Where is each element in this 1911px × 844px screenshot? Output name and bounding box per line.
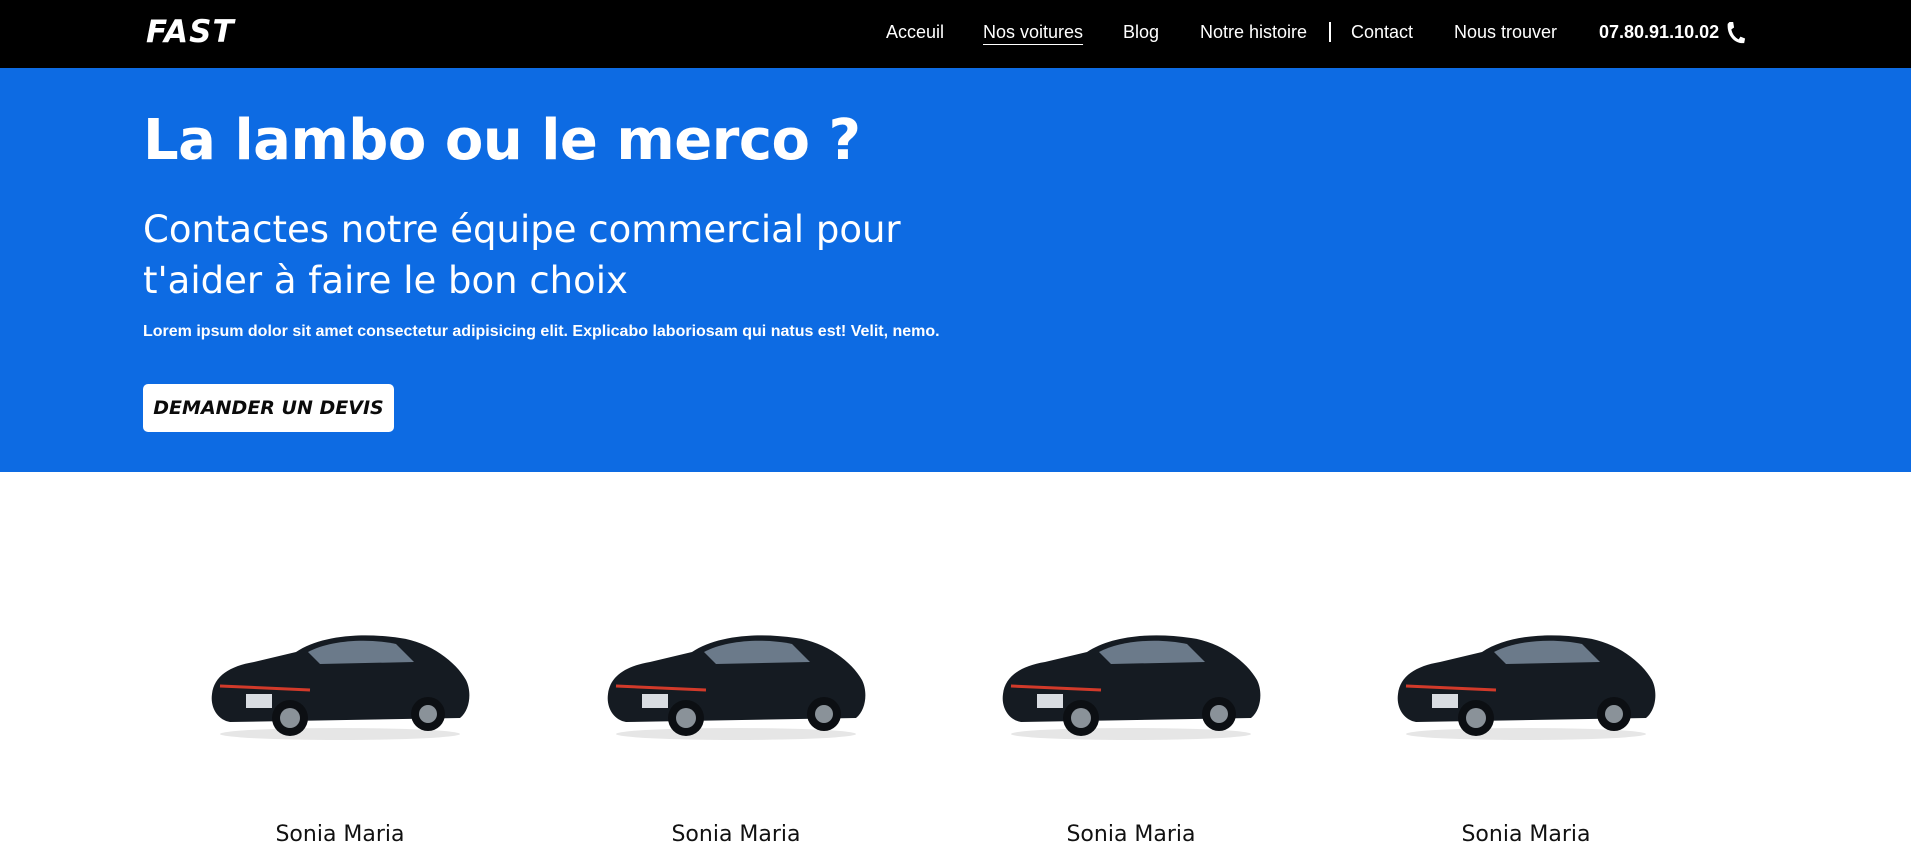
car-card[interactable]: Sonia Maria	[586, 622, 886, 844]
nav-item-notre-histoire[interactable]: Notre histoire	[1200, 22, 1307, 43]
car-image	[1002, 635, 1261, 740]
main-nav: Acceuil Nos voitures Blog Notre histoire…	[0, 0, 1911, 68]
car-image	[211, 635, 470, 740]
hero-text: Lorem ipsum dolor sit amet consectetur a…	[143, 323, 940, 340]
car-card[interactable]: Sonia Maria	[1376, 622, 1676, 844]
top-navbar: FAST Acceuil Nos voitures Blog Notre his…	[0, 0, 1911, 68]
car-name: Sonia Maria	[671, 822, 801, 844]
car-card[interactable]: Sonia Maria	[190, 622, 490, 844]
nav-divider	[1329, 22, 1331, 42]
nav-item-nos-voitures[interactable]: Nos voitures	[983, 22, 1083, 43]
car-image	[607, 635, 866, 740]
car-card[interactable]: Sonia Maria	[981, 622, 1281, 844]
car-name: Sonia Maria	[1066, 822, 1196, 844]
hero-title: La lambo ou le merco ?	[143, 108, 861, 173]
car-name: Sonia Maria	[275, 822, 405, 844]
nav-item-nous-trouver[interactable]: Nous trouver	[1454, 22, 1557, 43]
request-quote-button[interactable]: DEMANDER UN DEVIS	[143, 384, 394, 432]
hero-section: La lambo ou le merco ? Contactes notre é…	[0, 68, 1911, 472]
hero-subtitle: Contactes notre équipe commercial pour t…	[143, 208, 901, 302]
car-image	[1397, 635, 1656, 740]
phone-number-link[interactable]: 07.80.91.10.02	[1599, 22, 1719, 43]
car-name: Sonia Maria	[1461, 822, 1591, 844]
cars-grid: Sonia Maria Sonia Maria Sonia Maria Soni…	[0, 472, 1911, 844]
phone-icon[interactable]	[1724, 20, 1746, 46]
nav-item-contact[interactable]: Contact	[1351, 22, 1413, 43]
nav-item-acceuil[interactable]: Acceuil	[886, 22, 944, 43]
nav-item-blog[interactable]: Blog	[1123, 22, 1159, 43]
